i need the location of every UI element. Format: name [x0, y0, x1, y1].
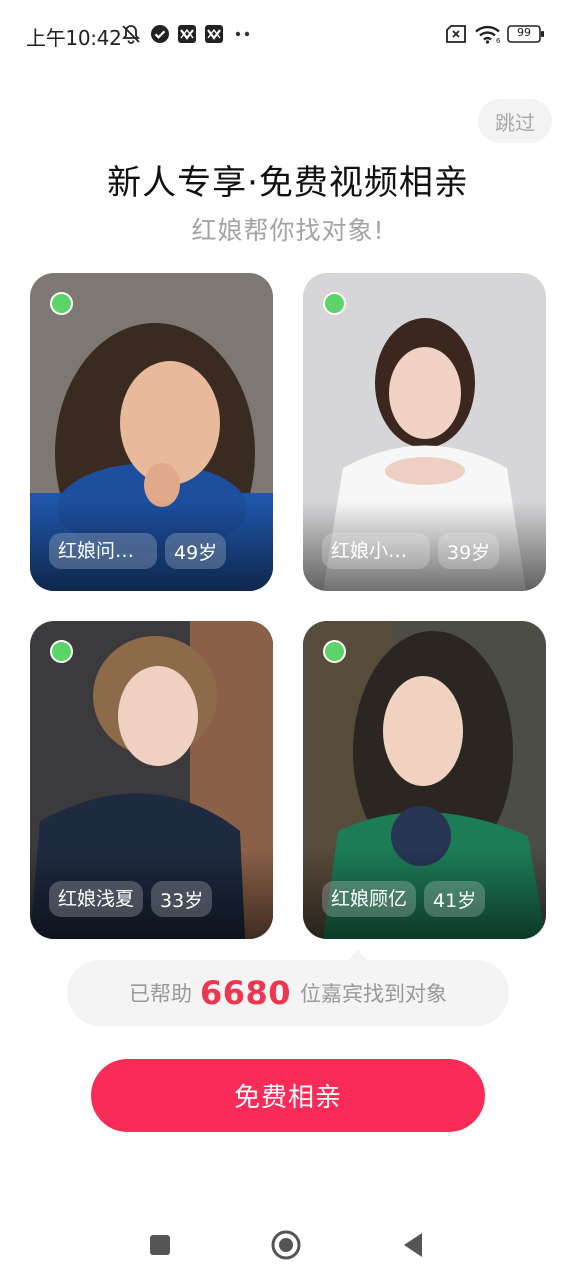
- svg-text:6: 6: [496, 37, 501, 44]
- matchmaker-card[interactable]: 红娘浅夏 33岁: [30, 621, 273, 939]
- app-icon: [203, 23, 225, 45]
- battery-icon: 99: [507, 23, 545, 45]
- matchmaker-name: 红娘小茵…: [322, 533, 430, 569]
- matchmaker-age: 41岁: [424, 881, 486, 917]
- matchmaker-age: 49岁: [165, 533, 227, 569]
- app-icon: [176, 23, 198, 45]
- page-title: 新人专享·免费视频相亲: [107, 163, 469, 203]
- system-nav-bar: [0, 1212, 576, 1280]
- matchmaker-age: 33岁: [151, 881, 213, 917]
- more-dots-icon: [234, 23, 252, 45]
- matchmaker-age: 39岁: [438, 533, 500, 569]
- card-tags: 红娘小茵… 39岁: [322, 533, 500, 569]
- status-bar: 上午10:42 6 99: [0, 0, 576, 68]
- back-triangle-icon[interactable]: [396, 1228, 430, 1262]
- helped-count: 6680: [199, 974, 292, 1012]
- online-indicator: [50, 292, 73, 315]
- matchmaker-card[interactable]: 红娘顾亿 41岁: [303, 621, 546, 939]
- status-time: 上午10:42: [26, 26, 122, 50]
- mute-bell-icon: [119, 23, 143, 45]
- matchmaker-name: 红娘顾亿: [322, 881, 417, 917]
- page-subtitle: 红娘帮你找对象!: [191, 216, 385, 245]
- matchmaker-name: 红娘问情…: [49, 533, 157, 569]
- home-circle-icon[interactable]: [269, 1228, 303, 1262]
- battery-level: 99: [517, 26, 531, 39]
- sim-x-icon: [444, 23, 468, 45]
- skip-button[interactable]: 跳过: [478, 99, 552, 143]
- card-tags: 红娘顾亿 41岁: [322, 881, 486, 917]
- helped-banner: 已帮助 6680 位嘉宾找到对象: [67, 950, 509, 1026]
- free-matchmaking-button[interactable]: 免费相亲: [91, 1059, 485, 1132]
- check-circle-icon: [149, 23, 171, 45]
- card-tags: 红娘问情… 49岁: [49, 533, 227, 569]
- online-indicator: [323, 640, 346, 663]
- wifi-icon: 6: [474, 23, 502, 45]
- matchmaker-card[interactable]: 红娘小茵… 39岁: [303, 273, 546, 591]
- online-indicator: [323, 292, 346, 315]
- card-tags: 红娘浅夏 33岁: [49, 881, 213, 917]
- helped-suffix: 位嘉宾找到对象: [300, 982, 448, 1006]
- recents-square-icon[interactable]: [143, 1228, 177, 1262]
- matchmaker-card[interactable]: 红娘问情… 49岁: [30, 273, 273, 591]
- online-indicator: [50, 640, 73, 663]
- matchmaker-name: 红娘浅夏: [49, 881, 144, 917]
- helped-prefix: 已帮助: [128, 982, 192, 1006]
